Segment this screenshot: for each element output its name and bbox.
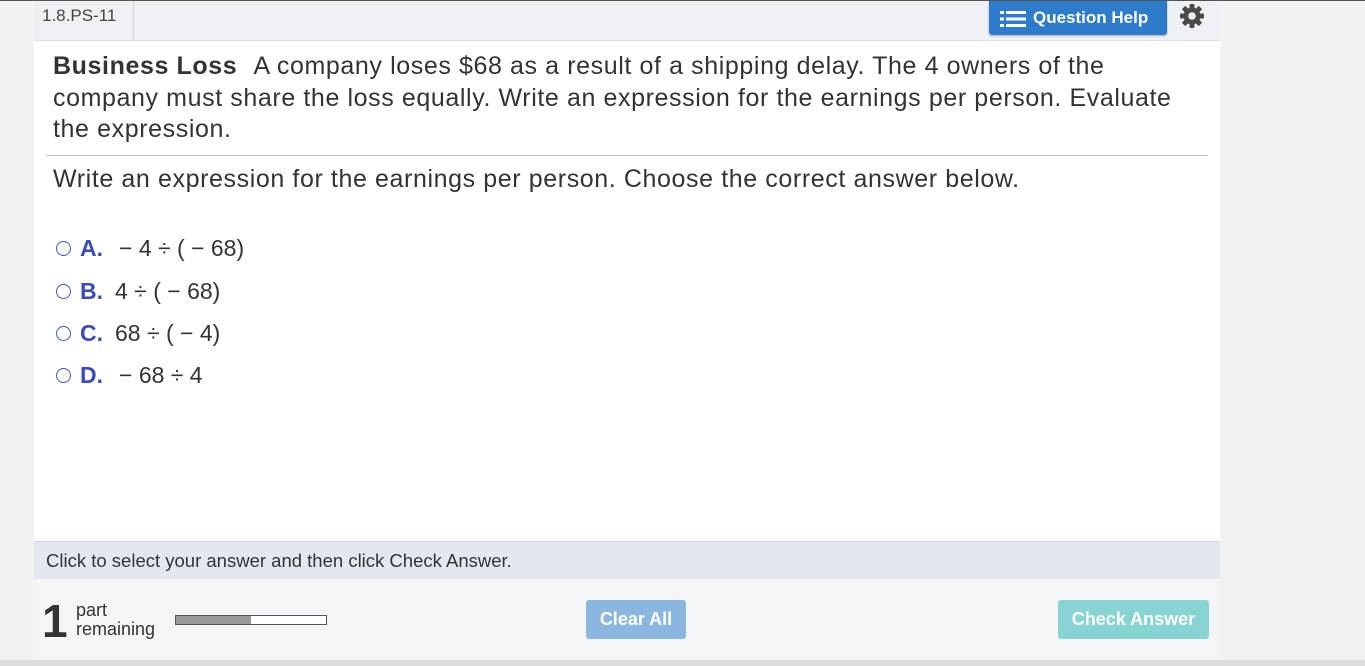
list-icon	[999, 9, 1027, 27]
clear-all-button[interactable]: Clear All	[586, 600, 686, 639]
radio-button[interactable]	[56, 367, 71, 383]
question-header: 1.8.PS-11 Question Help	[34, 1, 1220, 41]
choice-expression: − 68 ÷ 4	[119, 361, 203, 388]
choice-c[interactable]: C. 68 ÷ ( − 4)	[56, 318, 220, 348]
problem-id: 1.8.PS-11	[34, 1, 134, 40]
gear-icon[interactable]	[1179, 3, 1205, 29]
question-help-button[interactable]: Question Help	[989, 1, 1167, 35]
question-help-label: Question Help	[1033, 8, 1149, 27]
choice-expression: − 4 ÷ ( − 68)	[119, 234, 245, 261]
choice-letter: B.	[80, 277, 103, 304]
radio-button[interactable]	[56, 325, 71, 341]
instruction-text: Write an expression for the earnings per…	[53, 165, 1020, 193]
choice-a[interactable]: A. − 4 ÷ ( − 68)	[56, 233, 244, 263]
choice-d[interactable]: D. − 68 ÷ 4	[56, 360, 203, 390]
choice-b[interactable]: B. 4 ÷ ( − 68)	[56, 276, 220, 306]
problem-statement: Business Loss A company loses $68 as a r…	[53, 51, 1203, 146]
hint-bar: Click to select your answer and then cli…	[34, 541, 1220, 579]
footer-bar: 1 part remaining Clear All Check Answer	[34, 579, 1220, 661]
parts-remaining-count: 1	[42, 595, 68, 647]
choice-letter: A.	[80, 234, 103, 261]
radio-button[interactable]	[56, 240, 71, 256]
question-panel: 1.8.PS-11 Question Help Business Loss A …	[34, 1, 1220, 661]
parts-label-line-2: remaining	[76, 619, 156, 639]
choice-letter: D.	[80, 361, 103, 388]
choice-expression: 68 ÷ ( − 4)	[115, 319, 221, 346]
bottom-strip	[0, 660, 1365, 666]
divider	[46, 155, 1208, 156]
choice-expression: 4 ÷ ( − 68)	[115, 277, 221, 304]
parts-label-line-1: part	[76, 600, 108, 620]
radio-button[interactable]	[56, 283, 71, 299]
progress-fill	[176, 616, 251, 624]
parts-remaining-label: part remaining	[76, 601, 155, 639]
progress-bar	[175, 615, 327, 625]
check-answer-button[interactable]: Check Answer	[1058, 600, 1209, 639]
choice-letter: C.	[80, 319, 103, 346]
problem-title: Business Loss	[53, 52, 238, 80]
